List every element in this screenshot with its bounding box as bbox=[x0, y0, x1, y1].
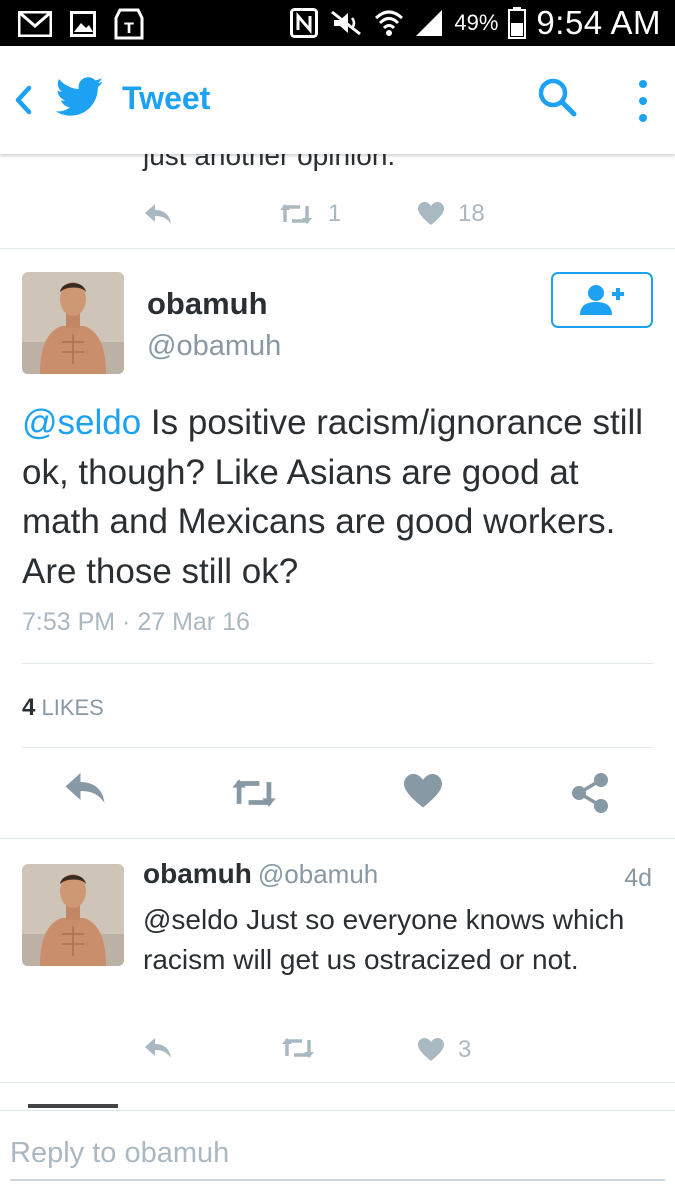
reply-icon bbox=[145, 204, 171, 224]
heart-icon bbox=[404, 774, 442, 808]
reply-reply-button[interactable] bbox=[143, 1036, 173, 1060]
divider bbox=[0, 1082, 675, 1083]
search-button[interactable] bbox=[536, 76, 578, 123]
battery-icon bbox=[508, 7, 527, 39]
next-item-peek bbox=[28, 1104, 118, 1108]
nfc-icon bbox=[290, 8, 319, 38]
more-options-icon[interactable] bbox=[628, 76, 658, 126]
tmobile-icon: T bbox=[114, 8, 144, 40]
reply-like-button[interactable]: 3 bbox=[418, 1036, 471, 1064]
chevron-left-icon bbox=[15, 85, 32, 115]
likes-label: LIKES bbox=[41, 695, 104, 720]
back-button[interactable] bbox=[8, 82, 38, 118]
divider bbox=[22, 663, 653, 664]
reply-text: @seldo Just so everyone knows which raci… bbox=[143, 904, 625, 975]
share-icon bbox=[572, 773, 608, 813]
avatar[interactable] bbox=[22, 864, 124, 966]
mute-icon bbox=[328, 8, 364, 38]
divider bbox=[22, 747, 653, 748]
like-button[interactable] bbox=[404, 774, 442, 814]
add-user-icon bbox=[580, 285, 624, 315]
battery-percent: 49% bbox=[454, 10, 499, 35]
reply-retweet-button[interactable] bbox=[280, 1034, 316, 1062]
reply-age: 4d bbox=[624, 864, 652, 892]
reply-icon bbox=[145, 1038, 171, 1058]
reply-icon bbox=[65, 773, 105, 803]
mention-link[interactable]: @seldo bbox=[22, 403, 141, 442]
image-icon bbox=[70, 11, 96, 37]
divider bbox=[0, 838, 675, 839]
reply-author-handle: @obamuh bbox=[257, 859, 379, 889]
retweet-icon bbox=[282, 1038, 314, 1058]
retweet-icon bbox=[232, 779, 276, 807]
reply-header[interactable]: obamuh @obamuh bbox=[143, 858, 378, 890]
share-button[interactable] bbox=[570, 772, 610, 819]
wifi-icon bbox=[374, 8, 404, 38]
retweet-icon bbox=[280, 204, 312, 224]
avatar-photo bbox=[22, 864, 124, 966]
reply-button[interactable] bbox=[62, 770, 108, 811]
avatar-photo bbox=[22, 272, 124, 374]
signal-icon bbox=[414, 8, 444, 38]
tweet-timestamp: 7:53 PM · 27 Mar 16 bbox=[22, 608, 250, 636]
search-icon bbox=[538, 78, 577, 117]
prev-retweet-count: 1 bbox=[328, 200, 342, 227]
prev-like-button[interactable]: 18 bbox=[418, 200, 485, 228]
status-bar: T 49% 9:54 AM bbox=[0, 0, 675, 46]
prev-reply-button[interactable] bbox=[143, 202, 173, 226]
retweet-button[interactable] bbox=[228, 774, 280, 817]
reply-author-name: obamuh bbox=[143, 858, 252, 889]
prev-retweet-button[interactable]: 1 bbox=[278, 200, 341, 228]
avatar[interactable] bbox=[22, 272, 124, 374]
svg-text:T: T bbox=[124, 21, 134, 37]
gmail-icon bbox=[18, 11, 52, 37]
author-handle[interactable]: @obamuh bbox=[147, 330, 281, 363]
reply-composer bbox=[0, 1110, 675, 1200]
twitter-bird-icon bbox=[55, 76, 104, 123]
likes-summary[interactable]: 4 LIKES bbox=[22, 694, 104, 722]
reply-like-count: 3 bbox=[458, 1036, 472, 1063]
prev-like-count: 18 bbox=[458, 200, 485, 227]
tweet-text: @seldo Is positive racism/ignorance stil… bbox=[22, 398, 652, 596]
heart-icon bbox=[418, 202, 444, 225]
author-name[interactable]: obamuh bbox=[147, 286, 268, 322]
follow-button[interactable] bbox=[551, 272, 653, 328]
heart-icon bbox=[418, 1038, 444, 1061]
reply-input[interactable] bbox=[10, 1133, 665, 1181]
clock: 9:54 AM bbox=[536, 4, 661, 41]
divider bbox=[0, 248, 675, 249]
likes-count: 4 bbox=[22, 694, 36, 721]
page-title: Tweet bbox=[122, 80, 211, 116]
app-bar: Tweet bbox=[0, 46, 675, 154]
